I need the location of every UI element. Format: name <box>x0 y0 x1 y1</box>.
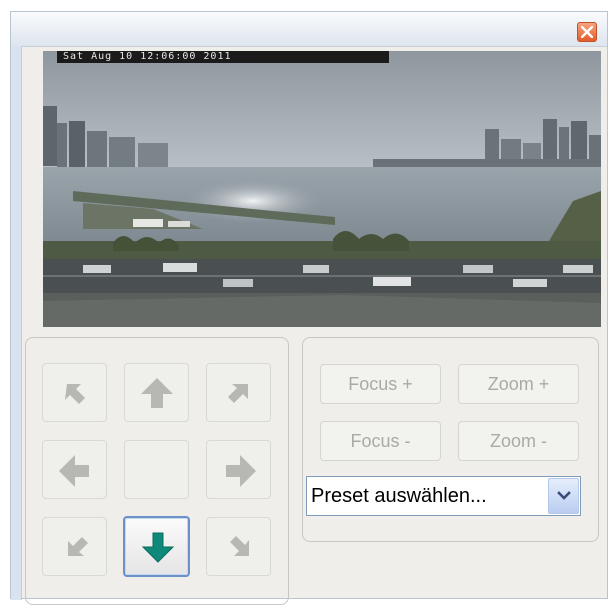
close-button[interactable] <box>577 22 597 42</box>
pan-down-right-button[interactable] <box>206 517 271 576</box>
pan-down-button[interactable] <box>123 516 190 577</box>
close-icon <box>581 26 593 38</box>
arrow-up-right-icon <box>228 384 248 403</box>
pan-down-left-button[interactable] <box>42 517 107 576</box>
arrow-up-left-icon <box>65 384 85 404</box>
zoom-minus-button[interactable]: Zoom - <box>458 421 579 461</box>
zoom-plus-button[interactable]: Zoom + <box>458 364 579 404</box>
pan-right-button[interactable] <box>206 440 271 499</box>
chevron-down-icon <box>557 491 571 500</box>
arrow-down-icon <box>141 532 175 563</box>
preset-select-value: Preset auswählen... <box>311 485 487 507</box>
pan-up-right-button[interactable] <box>206 363 271 422</box>
arrow-left-icon <box>59 455 89 487</box>
pan-up-button[interactable] <box>124 363 189 422</box>
arrow-down-right-icon <box>230 536 249 556</box>
camera-timestamp: Sat Aug 10 12:06:00 2011 <box>57 51 389 63</box>
window-frame <box>11 46 22 600</box>
title-bar[interactable] <box>11 12 607 47</box>
pan-left-button[interactable] <box>42 440 107 499</box>
arrow-up-icon <box>141 378 173 408</box>
camera-view: Sat Aug 10 12:06:00 2011 <box>43 51 601 327</box>
focus-minus-button[interactable]: Focus - <box>320 421 441 461</box>
preset-dropdown-button[interactable] <box>548 478 579 514</box>
focus-plus-button[interactable]: Focus + <box>320 364 441 404</box>
arrow-right-icon <box>226 455 256 487</box>
arrow-down-left-icon <box>68 537 88 556</box>
pan-home-button[interactable] <box>124 440 189 499</box>
preset-select[interactable]: Preset auswählen... <box>306 476 581 516</box>
camera-image <box>43 51 601 327</box>
pan-up-left-button[interactable] <box>42 363 107 422</box>
